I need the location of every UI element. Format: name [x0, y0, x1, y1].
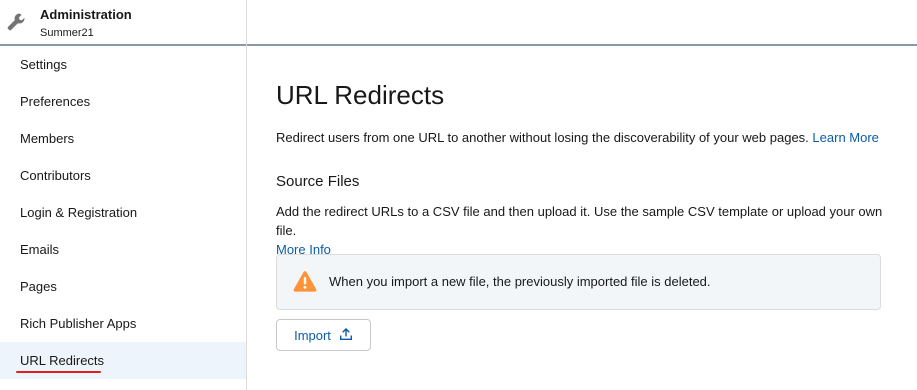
section-title-source-files: Source Files — [276, 173, 360, 190]
sidebar-item-emails[interactable]: Emails — [0, 231, 246, 268]
sidebar-item-preferences[interactable]: Preferences — [0, 83, 246, 120]
page-description-text: Redirect users from one URL to another w… — [276, 130, 809, 145]
wrench-icon — [6, 12, 26, 32]
sidebar-title: Administration — [40, 7, 132, 22]
alert-text: When you import a new file, the previous… — [329, 274, 711, 289]
source-files-description: Add the redirect URLs to a CSV file and … — [276, 202, 906, 259]
sidebar-item-label: URL Redirects — [20, 353, 105, 368]
warning-icon — [293, 270, 317, 292]
upload-icon — [339, 327, 353, 344]
import-button[interactable]: Import — [276, 319, 371, 351]
sidebar-item-contributors[interactable]: Contributors — [0, 157, 246, 194]
app-window: Administration Summer21 Settings Prefere… — [0, 0, 917, 390]
sidebar-item-settings[interactable]: Settings — [0, 46, 246, 83]
warning-alert: When you import a new file, the previous… — [276, 254, 881, 310]
sidebar-item-url-redirects[interactable]: URL Redirects — [0, 342, 246, 379]
sidebar-subtitle: Summer21 — [40, 27, 94, 39]
page-description: Redirect users from one URL to another w… — [276, 130, 879, 145]
active-underline — [16, 371, 101, 373]
sidebar-item-rich-publisher-apps[interactable]: Rich Publisher Apps — [0, 305, 246, 342]
sidebar-nav: Settings Preferences Members Contributor… — [0, 46, 246, 379]
import-button-label: Import — [294, 327, 331, 343]
source-files-description-text: Add the redirect URLs to a CSV file and … — [276, 204, 883, 238]
top-bar — [247, 0, 917, 46]
sidebar-item-login-registration[interactable]: Login & Registration — [0, 194, 246, 231]
sidebar-item-members[interactable]: Members — [0, 120, 246, 157]
sidebar-header: Administration Summer21 — [0, 0, 246, 46]
learn-more-link[interactable]: Learn More — [812, 130, 878, 145]
sidebar-item-pages[interactable]: Pages — [0, 268, 246, 305]
page-title: URL Redirects — [276, 80, 445, 110]
sidebar: Administration Summer21 Settings Prefere… — [0, 0, 247, 390]
